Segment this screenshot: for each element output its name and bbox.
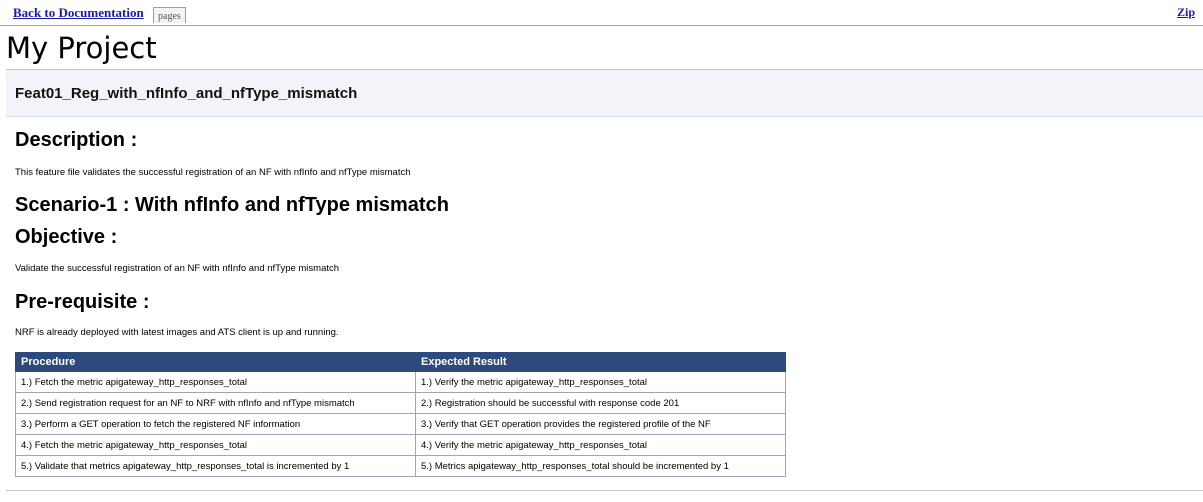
feature-header: Feat01_Reg_with_nfInfo_and_nfType_mismat… xyxy=(6,69,1203,117)
prerequisite-heading: Pre-requisite : xyxy=(15,291,150,313)
zip-download-link[interactable]: Zip xyxy=(1177,5,1195,20)
table-row: 3.) Perform a GET operation to fetch the… xyxy=(15,413,786,435)
feature-name: Feat01_Reg_with_nfInfo_and_nfType_mismat… xyxy=(15,85,358,102)
table-row: 2.) Send registration request for an NF … xyxy=(15,392,786,414)
procedure-cell: 4.) Fetch the metric apigateway_http_res… xyxy=(15,434,416,456)
bottom-divider xyxy=(6,490,1203,491)
expected-result-cell: 4.) Verify the metric apigateway_http_re… xyxy=(415,434,786,456)
expected-result-cell: 3.) Verify that GET operation provides t… xyxy=(415,413,786,435)
description-heading: Description : xyxy=(15,129,138,151)
table-row: 4.) Fetch the metric apigateway_http_res… xyxy=(15,434,786,456)
procedure-cell: 2.) Send registration request for an NF … xyxy=(15,392,416,414)
table-header-row: Procedure Expected Result xyxy=(15,352,786,372)
objective-heading: Objective : xyxy=(15,226,118,248)
top-nav-bar: Back to Documentation pages Zip xyxy=(0,0,1203,26)
procedure-cell: 5.) Validate that metrics apigateway_htt… xyxy=(15,455,416,477)
table-row: 1.) Fetch the metric apigateway_http_res… xyxy=(15,371,786,393)
expected-result-cell: 5.) Metrics apigateway_http_responses_to… xyxy=(415,455,786,477)
expected-result-column-header: Expected Result xyxy=(415,352,786,372)
procedure-table: Procedure Expected Result 1.) Fetch the … xyxy=(15,352,786,477)
description-text: This feature file validates the successf… xyxy=(15,167,411,178)
table-row: 5.) Validate that metrics apigateway_htt… xyxy=(15,455,786,477)
procedure-column-header: Procedure xyxy=(15,352,416,372)
expected-result-cell: 2.) Registration should be successful wi… xyxy=(415,392,786,414)
back-to-documentation-link[interactable]: Back to Documentation xyxy=(13,5,144,21)
prerequisite-text: NRF is already deployed with latest imag… xyxy=(15,327,339,338)
pages-tab[interactable]: pages xyxy=(153,7,186,23)
procedure-cell: 1.) Fetch the metric apigateway_http_res… xyxy=(15,371,416,393)
objective-text: Validate the successful registration of … xyxy=(15,263,340,274)
project-title: My Project xyxy=(6,31,157,65)
expected-result-cell: 1.) Verify the metric apigateway_http_re… xyxy=(415,371,786,393)
procedure-cell: 3.) Perform a GET operation to fetch the… xyxy=(15,413,416,435)
scenario-heading: Scenario-1 : With nfInfo and nfType mism… xyxy=(15,194,449,216)
